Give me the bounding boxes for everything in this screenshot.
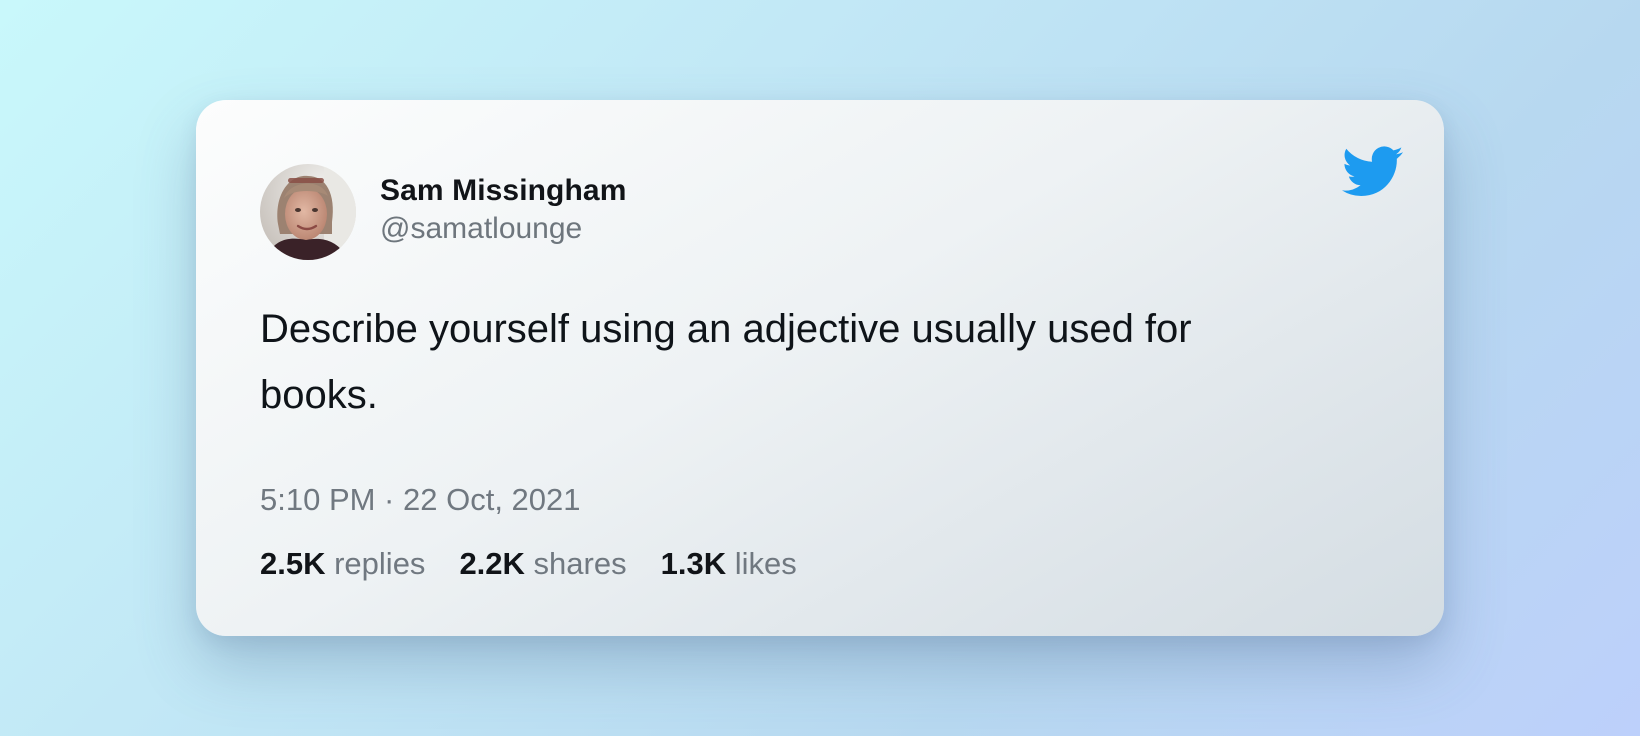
avatar[interactable] <box>260 164 356 260</box>
twitter-bird-icon <box>1342 146 1404 198</box>
replies-count: 2.5K <box>260 546 326 581</box>
tweet-card: Sam Missingham @samatlounge Describe you… <box>196 100 1444 636</box>
tweet-text: Describe yourself using an adjective usu… <box>260 307 1192 417</box>
tweet-timestamp[interactable]: 5:10 PM · 22 Oct, 2021 <box>260 482 581 518</box>
shares-count: 2.2K <box>459 546 525 581</box>
likes-count: 1.3K <box>660 546 727 581</box>
author-handle[interactable]: @samatlounge <box>380 212 582 246</box>
tweet-stats: 2.5K replies 2.2K shares 1.3K likes <box>260 546 797 582</box>
likes-stat[interactable]: 1.3K likes <box>661 546 797 582</box>
replies-label: replies <box>334 546 426 581</box>
shares-label: shares <box>533 546 627 581</box>
likes-label: likes <box>734 546 797 581</box>
shares-stat[interactable]: 2.2K shares <box>459 546 626 582</box>
replies-stat[interactable]: 2.5K replies <box>260 546 425 582</box>
author-name[interactable]: Sam Missingham <box>380 174 626 208</box>
